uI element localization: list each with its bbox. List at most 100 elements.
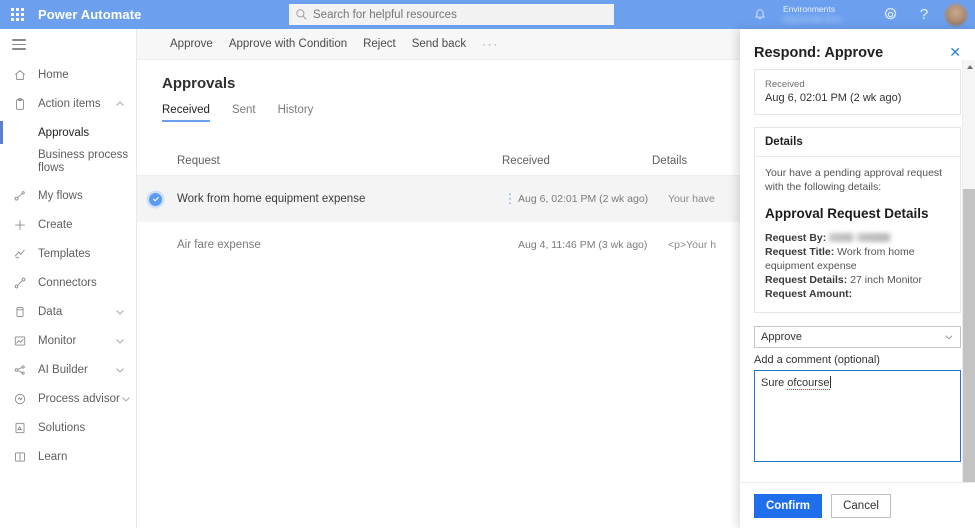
details-content: Your have a pending approval request wit…	[755, 157, 960, 312]
field-request-amount: Request Amount:	[765, 287, 950, 301]
reject-button[interactable]: Reject	[355, 34, 404, 54]
sidebar-item-learn[interactable]: Learn	[0, 442, 136, 471]
sidebar-item-label: Approvals	[38, 126, 90, 139]
row-select-cell[interactable]	[149, 192, 177, 206]
field-request-title: Request Title: Work from home equipment …	[765, 245, 950, 273]
row-received-date: Aug 6, 02:01 PM (2 wk ago)	[518, 193, 649, 205]
received-label: Received	[765, 79, 805, 90]
column-header-received[interactable]: Received	[502, 155, 652, 167]
search-icon	[296, 9, 307, 20]
check-circle-icon[interactable]	[149, 192, 162, 206]
bell-icon[interactable]	[743, 0, 777, 29]
sidebar-item-my-flows[interactable]: My flows	[0, 181, 136, 210]
sidebar-item-ai-builder[interactable]: AI Builder	[0, 355, 136, 384]
close-icon[interactable]: ✕	[947, 45, 963, 59]
details-heading: Approval Request Details	[765, 206, 929, 221]
sidebar-item-approvals[interactable]: Approvals	[0, 118, 136, 147]
sidebar-item-home[interactable]: Home	[0, 60, 136, 89]
sidebar-item-label: Learn	[38, 450, 68, 463]
panel-header: Respond: Approve ✕	[740, 29, 975, 69]
suite-bar: Power Automate Environments Approvals En…	[0, 0, 975, 29]
panel-scrollbar[interactable]	[962, 60, 975, 515]
search-input[interactable]	[313, 8, 608, 21]
app-launcher-icon[interactable]	[0, 0, 34, 29]
monitor-icon	[12, 333, 28, 349]
more-options-icon[interactable]: ···	[474, 35, 507, 53]
comment-input[interactable]: Sure ofcourse	[754, 370, 961, 462]
scroll-up-arrow-icon[interactable]	[963, 60, 975, 73]
connectors-icon	[12, 275, 28, 291]
sidebar-item-label: My flows	[38, 189, 83, 202]
sidebar-item-monitor[interactable]: Monitor	[0, 326, 136, 355]
hamburger-menu-icon[interactable]	[0, 29, 136, 60]
approve-button[interactable]: Approve	[162, 34, 221, 54]
sidebar-item-business-process-flows[interactable]: Business process flows	[0, 147, 136, 181]
text-caret	[829, 376, 831, 388]
templates-icon	[12, 246, 28, 262]
field-request-details-value: 27 inch Monitor	[850, 274, 922, 286]
panel-body: Received Aug 6, 02:01 PM (2 wk ago) Deta…	[740, 69, 975, 479]
sidebar-item-label: Solutions	[38, 421, 86, 434]
chevron-down-icon[interactable]	[944, 332, 954, 342]
solutions-icon	[12, 420, 28, 436]
ai-builder-icon	[12, 362, 28, 378]
chevron-down-icon[interactable]	[114, 364, 126, 376]
tab-received[interactable]: Received	[162, 104, 210, 122]
chevron-down-icon[interactable]	[120, 393, 132, 405]
sidebar-item-connectors[interactable]: Connectors	[0, 268, 136, 297]
response-dropdown[interactable]: Approve	[754, 326, 961, 348]
received-value: Aug 6, 02:01 PM (2 wk ago)	[765, 92, 902, 104]
tab-history[interactable]: History	[278, 104, 314, 122]
sidebar-item-label: Business process flows	[38, 149, 129, 174]
sidebar-item-label: Process advisor	[38, 392, 120, 405]
question-mark-icon[interactable]: ?	[907, 0, 941, 29]
sidebar-item-label: Connectors	[38, 276, 97, 289]
details-card: Details Your have a pending approval req…	[754, 127, 961, 313]
sidebar-item-templates[interactable]: Templates	[0, 239, 136, 268]
plus-icon	[12, 217, 28, 233]
approve-with-condition-button[interactable]: Approve with Condition	[221, 34, 355, 54]
gear-icon[interactable]	[873, 0, 907, 29]
environment-picker[interactable]: Environments Approvals Env	[777, 0, 873, 29]
database-icon	[12, 304, 28, 320]
sidebar-item-solutions[interactable]: Solutions	[0, 413, 136, 442]
field-request-title-key: Request Title:	[765, 246, 835, 258]
sidebar-item-data[interactable]: Data	[0, 297, 136, 326]
brand-title[interactable]: Power Automate	[38, 7, 142, 22]
column-header-request[interactable]: Request	[177, 155, 502, 167]
send-back-button[interactable]: Send back	[404, 34, 474, 54]
chevron-up-icon[interactable]	[114, 98, 126, 110]
field-request-amount-key: Request Amount:	[765, 288, 853, 300]
sidebar-item-process-advisor[interactable]: Process advisor	[0, 384, 136, 413]
environment-value: Approvals Env	[783, 14, 842, 24]
cancel-button[interactable]: Cancel	[831, 493, 891, 518]
tab-sent[interactable]: Sent	[232, 104, 256, 122]
sidebar-item-label: Templates	[38, 247, 91, 260]
panel-title: Respond: Approve	[754, 45, 884, 61]
scrollbar-thumb[interactable]	[963, 189, 975, 501]
field-request-details-key: Request Details:	[765, 274, 848, 286]
row-request-title: Air fare expense	[177, 239, 261, 251]
app-root: Power Automate Environments Approvals En…	[0, 0, 975, 528]
sidebar-item-label: Create	[38, 218, 73, 231]
row-request-title: Work from home equipment expense	[177, 193, 366, 205]
sidebar-item-action-items[interactable]: Action items	[0, 89, 136, 118]
sidebar-item-label: Data	[38, 305, 63, 318]
sidebar-item-label: Home	[38, 68, 69, 81]
sidebar-item-label: AI Builder	[38, 363, 88, 376]
more-vertical-icon[interactable]: ⋮	[502, 192, 518, 205]
confirm-button[interactable]: Confirm	[754, 493, 822, 518]
received-card: Received Aug 6, 02:01 PM (2 wk ago)	[754, 69, 961, 115]
chevron-down-icon[interactable]	[114, 335, 126, 347]
search-box[interactable]	[289, 4, 614, 25]
user-avatar[interactable]	[945, 3, 967, 26]
comment-text-misspelled: ofcourse	[787, 377, 830, 390]
field-request-details: Request Details: 27 inch Monitor	[765, 273, 950, 287]
chevron-down-icon[interactable]	[114, 306, 126, 318]
sidebar-item-create[interactable]: Create	[0, 210, 136, 239]
process-advisor-icon	[12, 391, 28, 407]
suite-bar-actions: Environments Approvals Env ?	[743, 0, 969, 29]
respond-panel: Respond: Approve ✕ Received Aug 6, 02:01…	[740, 29, 975, 528]
field-request-by-key: Request By:	[765, 232, 827, 244]
details-header: Details	[755, 128, 960, 157]
